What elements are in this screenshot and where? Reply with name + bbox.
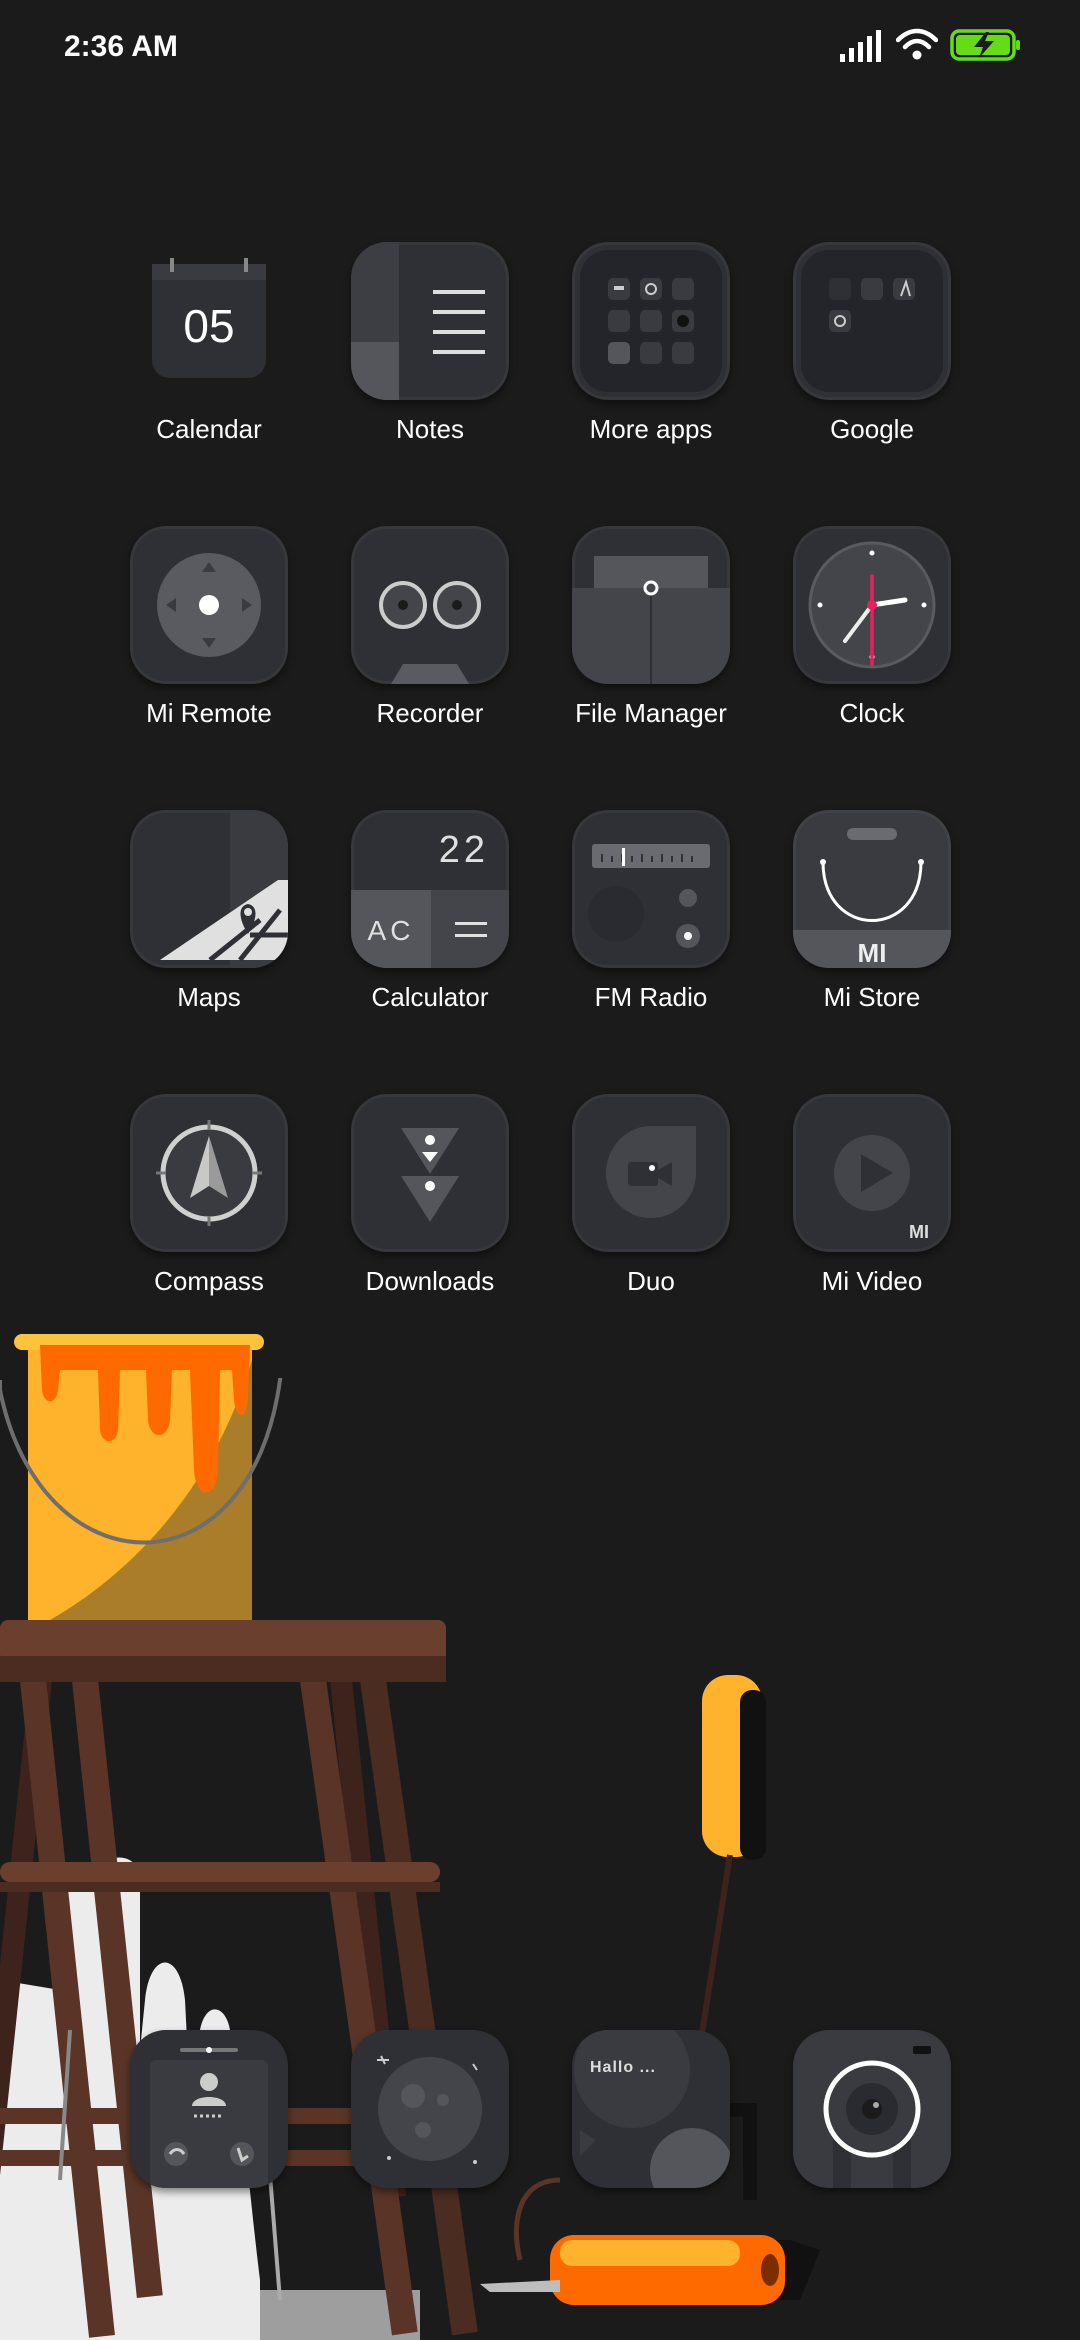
app-notes[interactable]: Notes bbox=[320, 242, 540, 482]
app-label: Mi Store bbox=[823, 982, 921, 1012]
app-label: Compass bbox=[154, 1266, 264, 1296]
video-play-icon: MI bbox=[793, 1094, 951, 1252]
app-grid: 05 Calendar Notes More apps Google Mi Re… bbox=[0, 0, 1080, 1300]
app-label: Downloads bbox=[365, 1266, 495, 1296]
app-label: Calculator bbox=[371, 982, 489, 1012]
dock-phone[interactable] bbox=[99, 2030, 319, 2200]
svg-text:Hallo ...: Hallo ... bbox=[590, 2059, 656, 2076]
app-fm-radio[interactable]: FM Radio bbox=[541, 810, 761, 1050]
file-manager-icon bbox=[572, 526, 730, 684]
dock-camera[interactable] bbox=[762, 2030, 982, 2200]
dock-messaging[interactable]: Hallo ... bbox=[541, 2030, 761, 2200]
dock-browser[interactable] bbox=[320, 2030, 540, 2200]
app-label: Duo bbox=[627, 1266, 675, 1296]
svg-text:22: 22 bbox=[439, 829, 489, 871]
app-label: File Manager bbox=[575, 698, 727, 728]
app-compass[interactable]: Compass bbox=[99, 1094, 319, 1334]
app-calculator[interactable]: 22 AC Calculator bbox=[320, 810, 540, 1050]
app-mi-video[interactable]: MI Mi Video bbox=[762, 1094, 982, 1334]
app-label: Mi Remote bbox=[146, 698, 272, 728]
mi-store-icon: MI bbox=[793, 810, 951, 968]
planet-icon bbox=[351, 2030, 509, 2188]
app-mi-store[interactable]: MI Mi Store bbox=[762, 810, 982, 1050]
camera-icon bbox=[793, 2030, 951, 2188]
app-label: Mi Video bbox=[821, 1266, 923, 1296]
svg-text:MI: MI bbox=[909, 1222, 929, 1242]
notes-icon bbox=[351, 242, 509, 400]
maps-icon bbox=[130, 810, 288, 968]
svg-text:MI: MI bbox=[858, 938, 887, 968]
app-label: Google bbox=[830, 414, 914, 444]
app-folder-google[interactable]: Google bbox=[762, 242, 982, 482]
compass-icon bbox=[130, 1094, 288, 1252]
app-file-manager[interactable]: File Manager bbox=[541, 526, 761, 766]
app-label: Calendar bbox=[156, 414, 262, 444]
download-icon bbox=[351, 1094, 509, 1252]
calendar-icon: 05 bbox=[130, 242, 288, 400]
chat-bubble-icon: Hallo ... bbox=[572, 2030, 730, 2188]
svg-text:05: 05 bbox=[183, 300, 234, 352]
clock-icon bbox=[793, 526, 951, 684]
app-label: FM Radio bbox=[594, 982, 708, 1012]
phone-icon bbox=[130, 2030, 288, 2188]
app-duo[interactable]: Duo bbox=[541, 1094, 761, 1334]
app-label: Clock bbox=[839, 698, 905, 728]
radio-icon bbox=[572, 810, 730, 968]
app-label: Recorder bbox=[376, 698, 484, 728]
remote-icon bbox=[130, 526, 288, 684]
app-recorder[interactable]: Recorder bbox=[320, 526, 540, 766]
svg-text:AC: AC bbox=[368, 915, 415, 946]
app-calendar[interactable]: 05 Calendar bbox=[99, 242, 319, 482]
folder-icon bbox=[572, 242, 730, 400]
app-label: Notes bbox=[396, 414, 464, 444]
app-downloads[interactable]: Downloads bbox=[320, 1094, 540, 1334]
app-folder-more-apps[interactable]: More apps bbox=[541, 242, 761, 482]
folder-icon bbox=[793, 242, 951, 400]
duo-icon bbox=[572, 1094, 730, 1252]
recorder-icon bbox=[351, 526, 509, 684]
app-maps[interactable]: Maps bbox=[99, 810, 319, 1050]
app-mi-remote[interactable]: Mi Remote bbox=[99, 526, 319, 766]
app-label: More apps bbox=[589, 414, 713, 444]
calculator-icon: 22 AC bbox=[351, 810, 509, 968]
app-label: Maps bbox=[177, 982, 241, 1012]
app-clock[interactable]: Clock bbox=[762, 526, 982, 766]
